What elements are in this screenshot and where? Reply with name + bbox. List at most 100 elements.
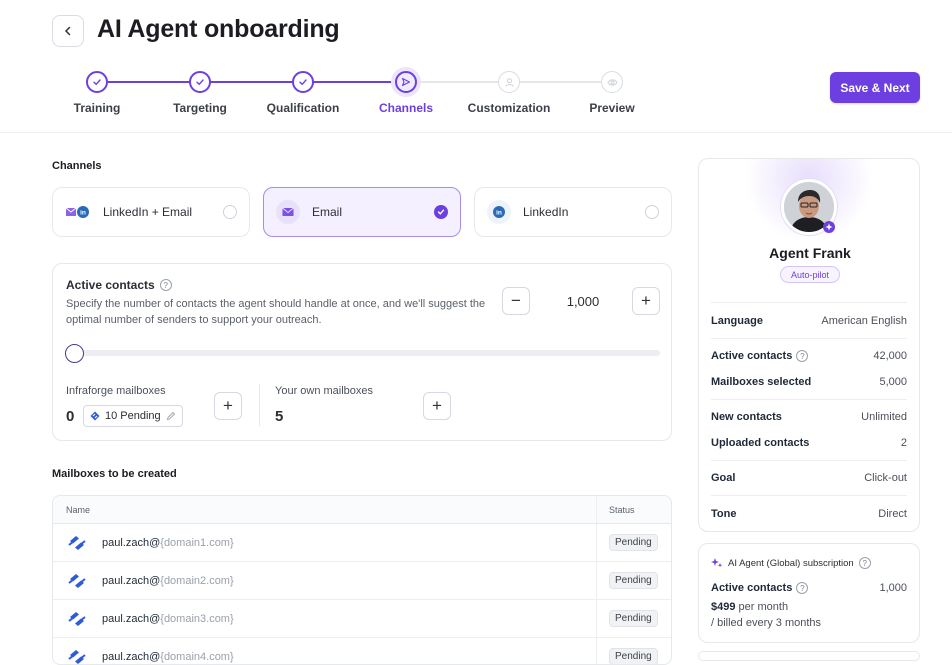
- email-domain: {domain2.com}: [160, 575, 233, 587]
- add-own-mailbox-button[interactable]: +: [423, 392, 451, 420]
- agent-name: Agent Frank: [699, 245, 920, 261]
- uploaded-contacts-row: Uploaded contacts2: [711, 437, 907, 449]
- contacts-quantity[interactable]: 1,000: [553, 294, 613, 309]
- increment-button[interactable]: +: [632, 287, 660, 315]
- step-label: Qualification: [253, 101, 353, 115]
- divider: [711, 460, 907, 461]
- active-contacts-card: Active contacts ? Specify the number of …: [52, 263, 672, 441]
- active-contacts-row: Active contacts?42,000: [711, 350, 907, 362]
- edit-icon: [166, 411, 176, 421]
- divider: [259, 384, 260, 426]
- status-badge: Pending: [609, 610, 658, 627]
- table-header: Name Status: [53, 496, 671, 524]
- page-header: AI Agent onboarding Save & Next Training…: [0, 0, 952, 133]
- table-row[interactable]: paul.zach@{domain2.com} Pending: [53, 562, 671, 600]
- step-label: Channels: [356, 101, 456, 115]
- active-contacts-description: Specify the number of contacts the agent…: [66, 296, 486, 328]
- pending-mailboxes-chip[interactable]: 10 Pending: [83, 405, 183, 427]
- channel-label: Email: [312, 205, 434, 219]
- subscription-active-label: Active contacts: [711, 582, 792, 594]
- table-row[interactable]: paul.zach@{domain1.com} Pending: [53, 524, 671, 562]
- sparkles-icon: [711, 557, 723, 569]
- step-training[interactable]: Training: [47, 68, 147, 115]
- checked-radio-icon[interactable]: [434, 205, 448, 219]
- user-settings-icon: [498, 71, 520, 93]
- linkedin-icon: in: [487, 200, 511, 224]
- channel-option-linkedin[interactable]: in LinkedIn: [474, 187, 672, 237]
- step-qualification[interactable]: Qualification: [253, 68, 353, 115]
- status-badge: Pending: [609, 648, 658, 665]
- mailboxes-selected-label: Mailboxes selected: [711, 376, 811, 388]
- mailboxes-selected-value: 5,000: [879, 376, 907, 388]
- progress-stepper: Training Targeting Qualification Channel…: [0, 68, 700, 123]
- help-icon[interactable]: ?: [796, 350, 808, 362]
- infraforge-logo-icon: [66, 648, 88, 665]
- table-row[interactable]: paul.zach@{domain4.com} Pending: [53, 638, 671, 665]
- send-icon: [395, 71, 417, 93]
- tone-label: Tone: [711, 508, 736, 520]
- new-contacts-label: New contacts: [711, 411, 782, 423]
- active-contacts-title: Active contacts ?: [66, 278, 172, 292]
- status-badge: Pending: [609, 572, 658, 589]
- step-label: Targeting: [150, 101, 250, 115]
- subscription-active-value: 1,000: [879, 582, 907, 594]
- subscription-active-row: Active contacts? 1,000: [711, 582, 907, 594]
- svg-text:in: in: [496, 210, 502, 217]
- subscription-card: AI Agent (Global) subscription ? Active …: [698, 543, 920, 643]
- svg-text:in: in: [80, 210, 86, 217]
- email-domain: {domain1.com}: [160, 537, 233, 549]
- price-period: per month: [739, 601, 789, 613]
- step-customization[interactable]: Customization: [459, 68, 559, 115]
- step-targeting[interactable]: Targeting: [150, 68, 250, 115]
- radio-unchecked[interactable]: [645, 205, 659, 219]
- new-contacts-value: Unlimited: [861, 411, 907, 423]
- step-label: Customization: [459, 101, 559, 115]
- email-domain: {domain3.com}: [160, 613, 233, 625]
- help-icon[interactable]: ?: [160, 279, 172, 291]
- tone-value: Direct: [878, 508, 907, 520]
- help-icon[interactable]: ?: [796, 582, 808, 594]
- divider: [711, 399, 907, 400]
- linkedin-email-icon: in: [65, 200, 93, 224]
- uploaded-contacts-label: Uploaded contacts: [711, 437, 809, 449]
- step-label: Preview: [562, 101, 662, 115]
- price-line: $499 per month: [711, 601, 788, 613]
- subscription-title-row: AI Agent (Global) subscription ?: [711, 557, 871, 569]
- column-header-status: Status: [597, 496, 671, 523]
- table-row[interactable]: paul.zach@{domain3.com} Pending: [53, 600, 671, 638]
- add-infraforge-mailbox-button[interactable]: +: [214, 392, 242, 420]
- divider: [711, 302, 907, 303]
- save-next-button[interactable]: Save & Next: [830, 72, 920, 103]
- channel-option-linkedin-email[interactable]: in LinkedIn + Email: [52, 187, 250, 237]
- back-button[interactable]: [52, 15, 84, 47]
- contacts-slider-track[interactable]: [66, 350, 660, 356]
- help-icon[interactable]: ?: [859, 557, 871, 569]
- mailboxes-selected-row: Mailboxes selected 5,000: [711, 376, 907, 388]
- contacts-slider-thumb[interactable]: [65, 344, 84, 363]
- chevron-left-icon: [63, 26, 73, 36]
- billing-note: / billed every 3 months: [711, 617, 821, 629]
- status-badge: Pending: [609, 534, 658, 551]
- email-icon: [276, 200, 300, 224]
- channel-option-email[interactable]: Email: [263, 187, 461, 237]
- radio-unchecked[interactable]: [223, 205, 237, 219]
- step-channels[interactable]: Channels: [356, 68, 456, 115]
- email-domain: {domain4.com}: [160, 651, 233, 663]
- infraforge-logo-icon: [90, 411, 100, 421]
- sparkle-badge-icon: [823, 221, 835, 233]
- channel-label: LinkedIn + Email: [103, 205, 223, 219]
- goal-value: Click-out: [864, 472, 907, 484]
- check-icon: [292, 71, 314, 93]
- decrement-button[interactable]: −: [502, 287, 530, 315]
- step-label: Training: [47, 101, 147, 115]
- eye-icon: [601, 71, 623, 93]
- subscription-title: AI Agent (Global) subscription: [728, 558, 854, 569]
- step-preview[interactable]: Preview: [562, 68, 662, 115]
- infraforge-logo-icon: [66, 572, 88, 590]
- mailboxes-section-title: Mailboxes to be created: [52, 468, 177, 480]
- pending-label: 10 Pending: [105, 410, 161, 422]
- goal-label: Goal: [711, 472, 735, 484]
- price: $499: [711, 601, 735, 613]
- own-mailboxes-label: Your own mailboxes: [275, 385, 373, 397]
- column-header-name: Name: [53, 496, 597, 523]
